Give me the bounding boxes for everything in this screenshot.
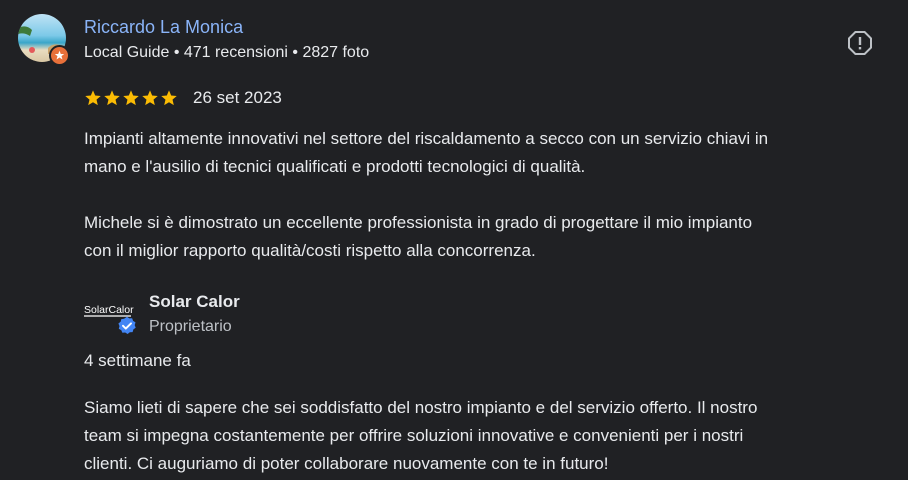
local-guide-badge-icon [49, 45, 70, 66]
star-icon [85, 90, 101, 106]
star-icon [123, 90, 139, 106]
reviewer-name[interactable]: Riccardo La Monica [84, 17, 243, 38]
reviewer-meta: Local Guide • 471 recensioni • 2827 foto [84, 44, 370, 61]
verified-badge-icon [117, 316, 137, 336]
review-date: 26 set 2023 [193, 88, 282, 107]
report-icon [848, 31, 872, 55]
reply-date: 4 settimane fa [84, 351, 191, 370]
review-text: Impianti altamente innovativi nel settor… [84, 129, 769, 260]
star-rating [84, 89, 178, 107]
owner-logo-text: SolarCalor [84, 304, 134, 316]
rating-row: 26 set 2023 [84, 86, 282, 110]
star-icon [142, 90, 158, 106]
owner-role: Proprietario [149, 318, 232, 335]
owner-name[interactable]: Solar Calor [149, 292, 240, 312]
review-card: Riccardo La Monica Local Guide • 471 rec… [0, 0, 908, 480]
star-icon [104, 90, 120, 106]
star-icon [161, 90, 177, 106]
reply-text: Siamo lieti di sapere che sei soddisfatt… [84, 398, 758, 473]
report-button[interactable] [846, 29, 874, 57]
